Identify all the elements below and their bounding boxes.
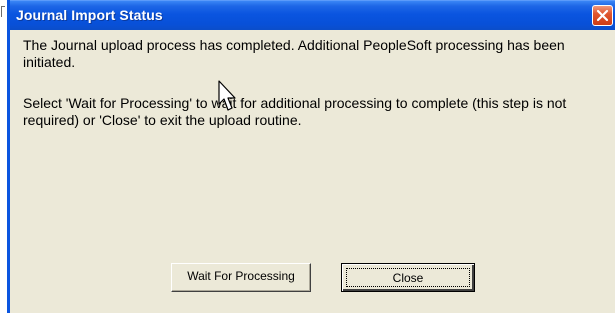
completion-message: The Journal upload process has completed… [23,37,565,70]
window-title: Journal Import Status [16,7,163,23]
wait-for-processing-button[interactable]: Wait For Processing [171,263,311,292]
instruction-message: Select 'Wait for Processing' to wait for… [23,95,567,128]
close-button-label: Close [346,268,470,287]
close-button[interactable]: Close [341,263,475,292]
journal-import-status-dialog: Journal Import Status The Journal upload… [7,0,615,313]
close-window-button[interactable] [592,5,613,26]
title-bar[interactable]: Journal Import Status [10,0,615,30]
dialog-body: The Journal upload process has completed… [10,30,615,313]
background-window-fragment [1,6,5,17]
close-x-icon [596,9,609,22]
